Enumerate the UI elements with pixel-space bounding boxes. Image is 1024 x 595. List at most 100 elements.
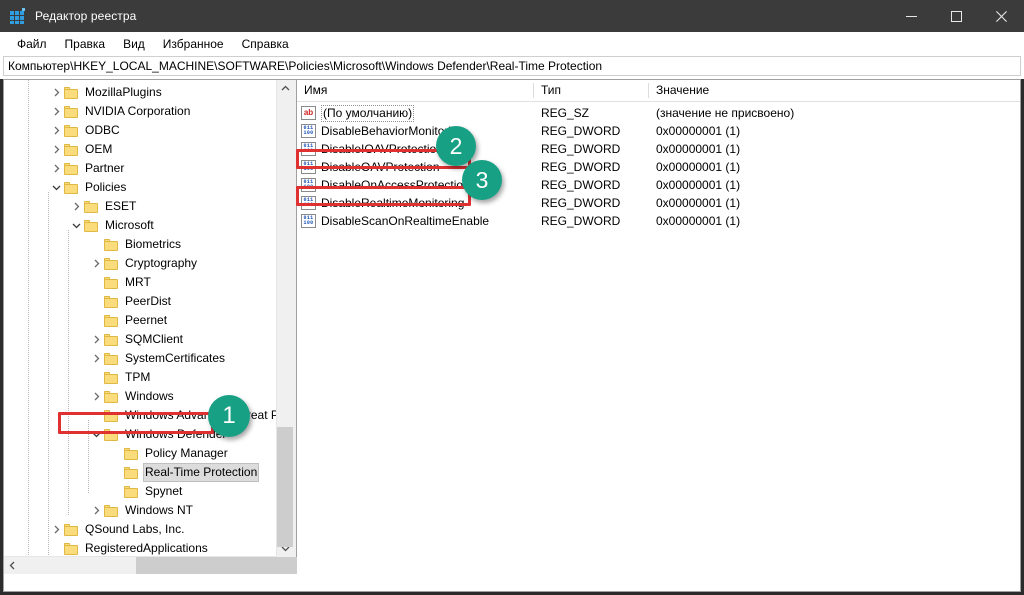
tree-item-mozillaplugins[interactable]: MozillaPlugins bbox=[4, 83, 292, 102]
menu-help[interactable]: Справка bbox=[233, 34, 298, 54]
registry-values-list: ab (По умолчанию) REG_SZ (значение не присв… bbox=[297, 102, 1020, 574]
tree-guide-spacer bbox=[88, 368, 104, 387]
tree-horizontal-scrollbar[interactable] bbox=[4, 556, 354, 574]
folder-icon bbox=[124, 447, 138, 460]
folder-icon bbox=[104, 276, 118, 289]
folder-icon bbox=[104, 257, 118, 270]
folder-icon bbox=[104, 314, 118, 327]
folder-icon bbox=[104, 371, 118, 384]
folder-icon bbox=[84, 200, 98, 213]
folder-icon bbox=[124, 466, 138, 479]
menu-view[interactable]: Вид bbox=[114, 34, 154, 54]
menu-edit[interactable]: Правка bbox=[56, 34, 115, 54]
folder-icon bbox=[104, 333, 118, 346]
folder-icon bbox=[104, 238, 118, 251]
value-data-cell: 0x00000001 (1) bbox=[656, 196, 741, 210]
folder-icon bbox=[64, 105, 78, 118]
tree-guide-spacer bbox=[108, 482, 124, 501]
tree-guide-spacer bbox=[88, 235, 104, 254]
value-data-cell: (значение не присвоено) bbox=[656, 106, 795, 120]
chevron-right-icon[interactable] bbox=[88, 349, 104, 368]
tree-vscroll-thumb[interactable] bbox=[277, 427, 293, 547]
column-header-name[interactable]: Имя bbox=[297, 80, 534, 101]
table-row[interactable]: 011 100 DisableScanOnRealtimeEnable REG_DWO… bbox=[297, 212, 1020, 230]
folder-icon bbox=[64, 523, 78, 536]
address-bar[interactable]: Компьютер\HKEY_LOCAL_MACHINE\SOFTWARE\Po… bbox=[3, 56, 1021, 76]
tree-item-partner[interactable]: Partner bbox=[4, 159, 292, 178]
title-bar: Редактор реестра bbox=[0, 0, 1024, 32]
value-data-cell: 0x00000001 (1) bbox=[656, 124, 741, 138]
tree-item-odbc[interactable]: ODBC bbox=[4, 121, 292, 140]
value-data-cell: 0x00000001 (1) bbox=[656, 214, 741, 228]
dword-value-icon: 011 100 bbox=[301, 124, 316, 138]
tree-item-nvidia-corporation[interactable]: NVIDIA Corporation bbox=[4, 102, 292, 121]
table-row[interactable]: 011 100 DisableOAVProtection REG_DWORD 0x000… bbox=[297, 158, 1020, 176]
folder-icon bbox=[124, 485, 138, 498]
chevron-right-icon[interactable] bbox=[88, 254, 104, 273]
scroll-left-icon[interactable] bbox=[4, 557, 21, 574]
tree-hscroll-track[interactable] bbox=[21, 557, 354, 574]
chevron-down-icon[interactable] bbox=[68, 216, 84, 235]
folder-icon bbox=[104, 504, 118, 517]
folder-icon bbox=[64, 143, 78, 156]
minimize-button[interactable] bbox=[889, 0, 934, 32]
value-name-cell: 011 100 DisableIOAVProtection bbox=[297, 140, 534, 158]
value-data-cell: 0x00000001 (1) bbox=[656, 142, 741, 156]
chevron-right-icon[interactable] bbox=[48, 159, 64, 178]
folder-icon bbox=[104, 352, 118, 365]
tree-guide-spacer bbox=[108, 463, 124, 482]
value-name-cell: 011 100 DisableOAVProtection bbox=[297, 158, 534, 176]
column-header-type[interactable]: Тип bbox=[534, 80, 649, 101]
table-row[interactable]: 011 100 DisableRealtimeMonitoring REG_DWORD… bbox=[297, 194, 1020, 212]
folder-icon bbox=[84, 219, 98, 232]
value-name-cell: 011 100 DisableScanOnRealtimeEnable bbox=[297, 212, 534, 230]
chevron-right-icon[interactable] bbox=[48, 102, 64, 121]
chevron-right-icon[interactable] bbox=[68, 197, 84, 216]
close-button[interactable] bbox=[979, 0, 1024, 32]
chevron-right-icon[interactable] bbox=[48, 83, 64, 102]
tree-guide-spacer bbox=[88, 406, 104, 425]
chevron-down-icon[interactable] bbox=[88, 425, 104, 444]
tree-item-label: Real-Time Protection bbox=[143, 463, 260, 482]
values-column-header: Имя Тип Значение bbox=[297, 80, 1020, 102]
tree-guide-line bbox=[48, 192, 49, 556]
value-name-label: DisableIOAVProtection bbox=[321, 142, 443, 156]
value-name-cell: ab (По умолчанию) bbox=[297, 104, 534, 122]
value-name-label: DisableScanOnRealtimeEnable bbox=[321, 214, 490, 228]
chevron-right-icon[interactable] bbox=[88, 387, 104, 406]
column-header-value[interactable]: Значение bbox=[649, 80, 1020, 101]
tree-item-label: Partner bbox=[85, 161, 125, 175]
tree-guide-spacer bbox=[108, 444, 124, 463]
menu-file[interactable]: Файл bbox=[8, 34, 56, 54]
dword-value-icon: 011 100 bbox=[301, 178, 316, 192]
chevron-right-icon[interactable] bbox=[88, 501, 104, 520]
value-name-cell: 011 100 DisableRealtimeMonitoring bbox=[297, 194, 534, 212]
table-row[interactable]: 011 100 DisableOnAccessProtection REG_DWORD… bbox=[297, 176, 1020, 194]
value-type-cell: REG_DWORD bbox=[541, 178, 621, 192]
chevron-right-icon[interactable] bbox=[48, 520, 64, 539]
table-row[interactable]: 011 100 DisableIOAVProtection REG_DWORD 0x00… bbox=[297, 140, 1020, 158]
chevron-right-icon[interactable] bbox=[88, 330, 104, 349]
registry-tree-scrollarea: MozillaPlugins NVIDIA Corporation ODBC OEM P… bbox=[4, 80, 292, 556]
tree-vertical-scrollbar[interactable] bbox=[276, 80, 293, 557]
value-type-cell: REG_DWORD bbox=[541, 160, 621, 174]
tree-item-oem[interactable]: OEM bbox=[4, 140, 292, 159]
dword-value-icon: 011 100 bbox=[301, 214, 316, 228]
registry-values-pane: Имя Тип Значение ab (По умолчанию) REG_SZ (… bbox=[297, 80, 1020, 574]
menu-favorites[interactable]: Избранное bbox=[154, 34, 233, 54]
tree-item-label: QSound Labs, Inc. bbox=[85, 522, 185, 536]
chevron-right-icon[interactable] bbox=[48, 140, 64, 159]
chevron-right-icon[interactable] bbox=[48, 121, 64, 140]
value-name-label: (По умолчанию) bbox=[321, 104, 415, 122]
menu-bar: Файл Правка Вид Избранное Справка bbox=[0, 32, 1024, 56]
tree-vscroll-track[interactable] bbox=[277, 97, 293, 547]
table-row[interactable]: ab (По умолчанию) REG_SZ (значение не присв… bbox=[297, 104, 1020, 122]
maximize-button[interactable] bbox=[934, 0, 979, 32]
scroll-up-icon[interactable] bbox=[277, 80, 293, 97]
value-type-cell: REG_DWORD bbox=[541, 142, 621, 156]
folder-icon bbox=[104, 390, 118, 403]
address-bar-container: Компьютер\HKEY_LOCAL_MACHINE\SOFTWARE\Po… bbox=[0, 56, 1024, 79]
value-type-cell: REG_DWORD bbox=[541, 196, 621, 210]
chevron-down-icon[interactable] bbox=[48, 178, 64, 197]
table-row[interactable]: 011 100 DisableBehaviorMonitoring REG_DWORD… bbox=[297, 122, 1020, 140]
